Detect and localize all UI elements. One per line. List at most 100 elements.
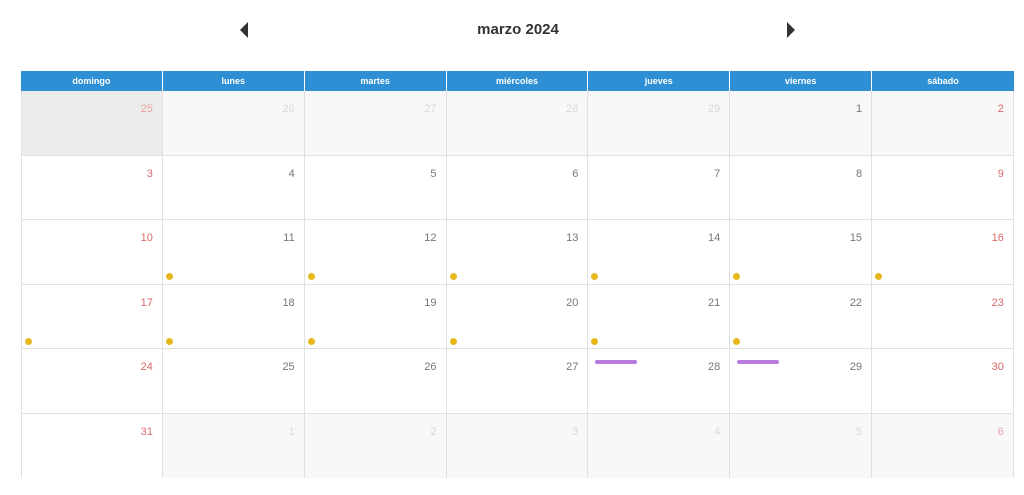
day-number: 4 [714, 425, 721, 438]
month-grid: domingo lunes martes miércoles jueves vi… [21, 71, 1014, 478]
day-cell[interactable]: 14 [588, 220, 731, 285]
day-number: 4 [288, 167, 295, 180]
day-number: 26 [282, 103, 295, 115]
day-cell[interactable]: 31 [21, 413, 163, 478]
day-cell[interactable]: 1 [162, 413, 305, 478]
day-number: 6 [572, 167, 579, 180]
day-number: 14 [707, 232, 721, 244]
day-number: 27 [424, 103, 437, 115]
day-cell[interactable]: 13 [446, 220, 589, 285]
day-cell[interactable]: 1 [730, 91, 873, 156]
day-cell[interactable]: 22 [730, 284, 873, 349]
day-cell[interactable]: 28 [588, 349, 731, 414]
event-dot[interactable] [733, 337, 741, 345]
week-row: 31 1 2 3 4 5 6 [21, 413, 1014, 478]
day-cell[interactable]: 15 [730, 220, 873, 285]
day-cell[interactable]: 27 [304, 91, 447, 156]
event-dot[interactable] [165, 337, 173, 345]
day-number: 31 [140, 425, 153, 438]
day-number: 12 [424, 232, 437, 244]
event-dot[interactable] [733, 273, 741, 280]
day-number: 2 [430, 425, 437, 438]
day-number: 19 [424, 296, 437, 309]
day-cell[interactable]: 5 [730, 413, 873, 478]
day-cell[interactable]: 30 [872, 349, 1014, 414]
day-number: 28 [566, 103, 579, 115]
event-dot[interactable] [165, 273, 173, 280]
day-cell[interactable]: 27 [446, 349, 589, 414]
event-dot[interactable] [25, 337, 32, 345]
day-number: 22 [849, 296, 863, 309]
day-cell[interactable]: 25 [21, 91, 163, 156]
day-cell[interactable]: 19 [304, 284, 447, 349]
day-cell[interactable]: 11 [162, 220, 305, 285]
day-number: 28 [707, 361, 721, 373]
event-dot[interactable] [307, 273, 315, 280]
day-number: 29 [849, 361, 863, 373]
day-number: 30 [991, 361, 1004, 373]
day-cell[interactable]: 10 [21, 220, 163, 285]
day-cell[interactable]: 29 [730, 349, 873, 414]
day-number: 23 [991, 296, 1004, 309]
day-number: 29 [707, 103, 721, 115]
day-cell[interactable]: 21 [588, 284, 731, 349]
day-number: 8 [855, 167, 863, 180]
day-cell[interactable]: 9 [872, 155, 1014, 220]
day-cell[interactable]: 12 [304, 220, 447, 285]
day-number: 9 [997, 167, 1004, 180]
day-cell[interactable]: 4 [588, 413, 731, 478]
day-cell[interactable]: 20 [446, 284, 589, 349]
day-number: 1 [855, 103, 863, 115]
day-number: 27 [566, 361, 579, 373]
month-title: marzo 2024 [477, 21, 559, 38]
day-number: 17 [140, 296, 153, 309]
weekday-header: lunes [162, 71, 305, 91]
day-cell[interactable]: 16 [872, 220, 1014, 285]
event-dot[interactable] [591, 273, 599, 280]
day-number: 6 [997, 425, 1004, 438]
weeks-container: 25 26 27 28 29 1 2 3 4 5 6 7 8 9 10 11 12 13 14 15 16 17 18 19 2… [21, 91, 1014, 478]
day-cell[interactable]: 7 [588, 155, 731, 220]
event-dot[interactable] [875, 273, 883, 280]
day-cell[interactable]: 17 [21, 284, 163, 349]
day-cell[interactable]: 5 [304, 155, 447, 220]
day-cell[interactable]: 29 [588, 91, 731, 156]
week-row: 25 26 27 28 29 1 2 [21, 91, 1014, 156]
event-dot[interactable] [307, 337, 315, 345]
day-cell[interactable]: 4 [162, 155, 305, 220]
event-bar[interactable] [595, 360, 638, 364]
day-number: 25 [140, 103, 153, 115]
day-number: 5 [855, 425, 863, 438]
caret-right-icon [787, 22, 795, 38]
event-bar[interactable] [737, 360, 780, 364]
day-number: 21 [707, 296, 721, 309]
day-cell[interactable]: 28 [446, 91, 589, 156]
day-cell[interactable]: 25 [162, 349, 305, 414]
day-cell[interactable]: 24 [21, 349, 163, 414]
weekday-header: domingo [21, 71, 163, 91]
day-cell[interactable]: 8 [730, 155, 873, 220]
day-cell[interactable]: 3 [21, 155, 163, 220]
day-cell[interactable]: 6 [446, 155, 589, 220]
day-number: 15 [849, 232, 863, 244]
week-row: 10 11 12 13 14 15 16 [21, 220, 1014, 285]
event-dot[interactable] [449, 273, 457, 280]
day-number: 3 [572, 425, 579, 438]
day-cell[interactable]: 3 [446, 413, 589, 478]
day-cell[interactable]: 2 [872, 91, 1014, 156]
event-dot[interactable] [591, 337, 599, 345]
weekday-header: miércoles [446, 71, 589, 91]
day-cell[interactable]: 18 [162, 284, 305, 349]
next-month-button[interactable] [782, 20, 802, 40]
weekday-header: viernes [730, 71, 873, 91]
day-cell[interactable]: 26 [162, 91, 305, 156]
week-row: 3 4 5 6 7 8 9 [21, 155, 1014, 220]
day-cell[interactable]: 26 [304, 349, 447, 414]
day-number: 24 [140, 361, 153, 373]
day-number: 2 [997, 103, 1004, 115]
event-dot[interactable] [449, 337, 457, 345]
day-cell[interactable]: 6 [872, 413, 1014, 478]
day-cell[interactable]: 23 [872, 284, 1014, 349]
day-cell[interactable]: 2 [304, 413, 447, 478]
day-number: 16 [991, 232, 1004, 244]
